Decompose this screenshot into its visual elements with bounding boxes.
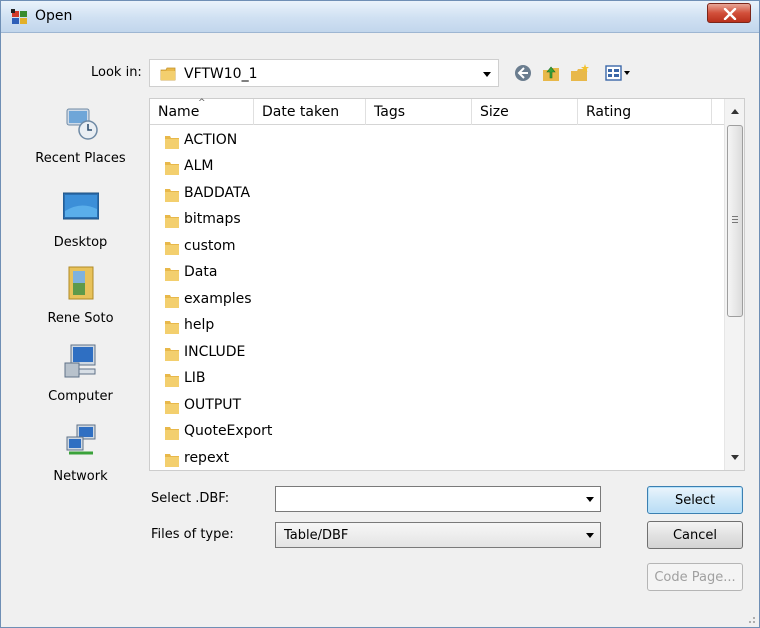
folder-icon	[165, 427, 179, 440]
recent-places-icon	[66, 108, 98, 140]
file-list[interactable]: ^ Name Date taken Tags Size Rating ACTIO…	[149, 98, 745, 471]
place-label: Network	[53, 469, 108, 484]
column-header-rating[interactable]: Rating	[578, 99, 712, 125]
open-dialog: Open Look in: VFTW10_1 Recent Places Des…	[0, 0, 760, 628]
place-label: Computer	[48, 389, 113, 404]
place-computer[interactable]: Computer	[13, 343, 148, 421]
chevron-down-icon[interactable]	[586, 497, 594, 502]
folder-icon	[165, 348, 179, 361]
folder-icon	[165, 242, 179, 255]
back-icon[interactable]	[513, 63, 533, 83]
column-header-date-taken[interactable]: Date taken	[254, 99, 366, 125]
list-header: ^ Name Date taken Tags Size Rating	[150, 98, 724, 125]
folder-icon	[165, 268, 179, 281]
folder-icon	[165, 295, 179, 308]
scroll-down-icon[interactable]	[731, 455, 739, 460]
lookin-value: VFTW10_1	[184, 66, 258, 82]
select-dbf-label: Select .DBF:	[151, 491, 230, 506]
folder-icon	[165, 162, 179, 175]
app-icon	[11, 9, 27, 24]
resize-grip-icon[interactable]	[744, 612, 756, 624]
close-x-icon	[723, 8, 737, 20]
chevron-down-icon[interactable]	[483, 72, 491, 77]
place-rene-soto[interactable]: Rene Soto	[13, 265, 148, 343]
folder-icon	[165, 189, 179, 202]
files-of-type-value: Table/DBF	[284, 528, 349, 543]
folder-icon	[165, 401, 179, 414]
folder-icon	[165, 454, 179, 467]
folder-icon	[165, 136, 179, 149]
place-recent-places[interactable]: Recent Places	[13, 105, 148, 183]
sort-ascending-icon: ^	[198, 98, 206, 108]
select-dbf-field[interactable]	[275, 486, 601, 512]
place-desktop[interactable]: Desktop	[13, 189, 148, 267]
select-button[interactable]: Select	[647, 486, 743, 514]
user-folder-icon	[68, 266, 94, 300]
folder-icon	[160, 67, 176, 81]
code-page-button[interactable]: Code Page...	[647, 563, 743, 591]
folder-icon	[165, 374, 179, 387]
network-icon	[66, 424, 96, 455]
select-dbf-input[interactable]	[276, 487, 600, 511]
column-header-name[interactable]: ^ Name	[150, 98, 254, 125]
folder-icon	[165, 215, 179, 228]
up-folder-icon[interactable]	[541, 63, 561, 83]
place-label: Desktop	[53, 235, 108, 250]
scroll-thumb[interactable]	[727, 125, 743, 317]
files-of-type-combo[interactable]: Table/DBF	[275, 522, 601, 548]
chevron-down-icon[interactable]	[586, 533, 594, 538]
column-header-tags[interactable]: Tags	[366, 99, 472, 125]
new-folder-icon[interactable]	[569, 63, 591, 83]
column-header-size[interactable]: Size	[472, 99, 578, 125]
place-network[interactable]: Network	[13, 423, 148, 501]
desktop-icon	[63, 192, 99, 220]
vertical-scrollbar[interactable]	[724, 99, 744, 470]
view-menu-icon[interactable]	[605, 63, 631, 83]
scroll-up-icon[interactable]	[731, 109, 739, 114]
cancel-button[interactable]: Cancel	[647, 521, 743, 549]
places-bar: Recent Places Desktop Rene Soto Computer…	[13, 93, 148, 513]
place-label: Recent Places	[35, 151, 126, 166]
computer-icon	[64, 344, 96, 378]
title-bar[interactable]: Open	[1, 1, 759, 33]
place-label: Rene Soto	[47, 311, 114, 326]
lookin-combo[interactable]: VFTW10_1	[149, 59, 499, 87]
files-of-type-label: Files of type:	[151, 527, 234, 542]
lookin-label: Look in:	[91, 65, 142, 80]
grip-icon	[732, 216, 738, 217]
folder-icon	[165, 321, 179, 334]
window-title: Open	[35, 8, 73, 24]
close-button[interactable]	[707, 3, 751, 23]
